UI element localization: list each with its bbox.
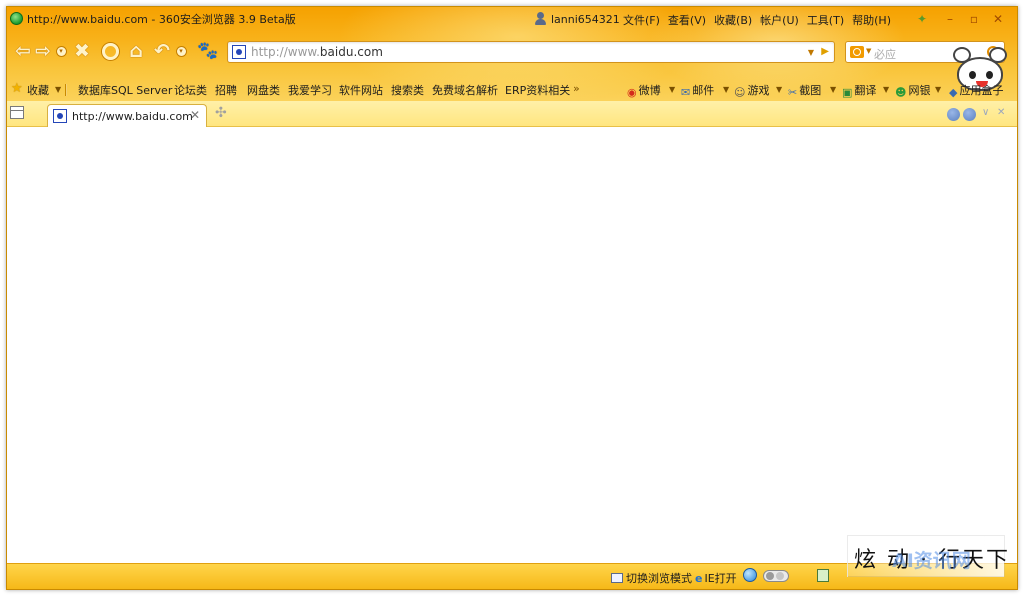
translate-dropdown-icon[interactable]: ▼ bbox=[883, 85, 889, 94]
minimize-button[interactable]: – bbox=[941, 11, 959, 27]
title-bar: http://www.baidu.com - 360安全浏览器 3.9 Beta… bbox=[7, 7, 1017, 31]
games-dropdown-icon[interactable]: ▼ bbox=[776, 85, 782, 94]
menu-tools[interactable]: 工具(T) bbox=[807, 12, 844, 28]
close-all-tabs-icon[interactable]: ✕ bbox=[997, 107, 1005, 118]
undo-close-icon[interactable]: ↶ bbox=[151, 41, 173, 61]
bookmark-item[interactable]: 搜索类 bbox=[391, 82, 424, 98]
new-tab-icon[interactable]: ✣ bbox=[215, 106, 227, 120]
menu-file[interactable]: 文件(F) bbox=[623, 12, 660, 28]
search-engine-icon[interactable] bbox=[850, 46, 864, 58]
search-engine-dropdown-icon[interactable]: ▼ bbox=[866, 47, 871, 55]
page-content[interactable] bbox=[7, 127, 1017, 563]
bookmark-item[interactable]: 软件网站 bbox=[339, 82, 383, 98]
weibo-dropdown-icon[interactable]: ▼ bbox=[669, 85, 675, 94]
go-arrow-icon[interactable]: ▶ bbox=[821, 46, 829, 57]
bookmark-item[interactable]: 免费域名解析 bbox=[432, 82, 498, 98]
address-text[interactable]: http://www.baidu.com bbox=[251, 45, 383, 59]
history-dropdown-icon[interactable]: ▾ bbox=[55, 41, 67, 61]
watermark-overlay-text: AI资讯网 bbox=[892, 550, 971, 572]
favorites-star-icon[interactable]: ★ bbox=[11, 81, 23, 96]
toolbar-screenshot[interactable]: ✂ 截图 bbox=[788, 82, 821, 99]
baidu-favicon-icon bbox=[232, 45, 246, 59]
toolbar-weibo[interactable]: ◉ 微博 bbox=[627, 82, 661, 99]
scissors-icon: ✂ bbox=[788, 86, 798, 99]
favorites-dropdown-icon[interactable]: ▼ bbox=[55, 85, 61, 94]
browse-mode-icon bbox=[611, 573, 623, 583]
home-icon[interactable]: ⌂ bbox=[125, 41, 147, 61]
gamepad-icon: ☺ bbox=[734, 86, 746, 99]
bookmark-item[interactable]: 网盘类 bbox=[247, 82, 280, 98]
bookmark-item[interactable]: 招聘 bbox=[215, 82, 237, 98]
window-title: http://www.baidu.com - 360安全浏览器 3.9 Beta… bbox=[27, 13, 296, 26]
toolbar-netbank[interactable]: ☻ 网银 bbox=[895, 82, 930, 99]
tab-scroll-right-icon[interactable] bbox=[963, 108, 976, 121]
toolbar-translate[interactable]: ▣ 翻译 bbox=[842, 82, 876, 99]
account-username[interactable]: lanni654321 bbox=[551, 13, 620, 26]
screenshot-dropdown-icon[interactable]: ▼ bbox=[830, 85, 836, 94]
bookmark-item[interactable]: 论坛类 bbox=[174, 82, 207, 98]
search-input[interactable]: 必应 bbox=[874, 46, 896, 62]
bookmark-item[interactable]: ERP资料相关 bbox=[505, 82, 570, 98]
bookmarks-overflow-icon[interactable]: » bbox=[573, 82, 580, 95]
toolbar-mail[interactable]: ✉ 邮件 bbox=[681, 82, 714, 99]
forward-arrow-icon[interactable]: ⇨ bbox=[33, 41, 53, 61]
maximize-button[interactable]: ▫ bbox=[965, 11, 983, 27]
favorites-button[interactable]: 收藏 bbox=[27, 82, 49, 98]
bookmarks-bar: ★ 收藏 ▼ 数据库SQL Server 论坛类 招聘 网盘类 我爱学习 软件网… bbox=[7, 79, 1017, 101]
baidu-favicon-icon bbox=[53, 109, 67, 123]
bookmarks-separator bbox=[65, 84, 67, 96]
stop-icon[interactable]: ✖ bbox=[71, 41, 93, 61]
tab-list-dropdown-icon[interactable]: ∨ bbox=[982, 107, 989, 118]
sidebar-toggle-icon[interactable] bbox=[10, 106, 24, 119]
tab-scroll-left-icon[interactable] bbox=[947, 108, 960, 121]
bookmark-item[interactable]: 数据库SQL Server bbox=[78, 82, 172, 98]
mail-dropdown-icon[interactable]: ▼ bbox=[723, 85, 729, 94]
tab-baidu[interactable]: http://www.baidu.com ✕ bbox=[47, 104, 207, 127]
tab-bar: http://www.baidu.com ✕ ✣ ∨ ✕ bbox=[7, 101, 1017, 127]
menu-account[interactable]: 帐户(U) bbox=[760, 12, 799, 28]
menu-bar: 文件(F) 查看(V) 收藏(B) 帐户(U) 工具(T) 帮助(H) bbox=[623, 12, 899, 28]
menu-favorites[interactable]: 收藏(B) bbox=[714, 12, 752, 28]
pin-icon[interactable]: ✦ bbox=[913, 11, 931, 27]
app-box-icon: ◆ bbox=[949, 86, 958, 99]
browser-window: http://www.baidu.com - 360安全浏览器 3.9 Beta… bbox=[6, 6, 1018, 590]
download-icon[interactable] bbox=[817, 569, 829, 582]
netbank-icon: ☻ bbox=[895, 86, 907, 99]
tab-close-icon[interactable]: ✕ bbox=[190, 108, 200, 122]
menu-view[interactable]: 查看(V) bbox=[668, 12, 706, 28]
user-icon[interactable] bbox=[535, 12, 546, 25]
open-in-ie-button[interactable]: e IE打开 bbox=[695, 570, 737, 586]
globe-icon[interactable] bbox=[743, 568, 757, 582]
tab-title: http://www.baidu.com bbox=[72, 110, 193, 123]
address-dropdown-icon[interactable]: ▼ bbox=[808, 48, 814, 57]
watermark: 炫 动 · 行天下 AI资讯网 bbox=[847, 535, 1008, 577]
toolbar-games[interactable]: ☺ 游戏 bbox=[734, 82, 769, 99]
address-bar[interactable]: http://www.baidu.com ▼ ▶ bbox=[227, 41, 835, 63]
toggle-icon[interactable] bbox=[763, 570, 789, 582]
navigation-bar: ⇦ ⇨ ▾ ✖ ⌂ ↶ ▾ 🐾 http://www.baidu.com ▼ ▶… bbox=[7, 35, 1017, 67]
refresh-icon[interactable] bbox=[99, 41, 121, 61]
browser-logo-icon bbox=[10, 12, 23, 25]
undo-dropdown-icon[interactable]: ▾ bbox=[175, 41, 187, 61]
bookmark-item[interactable]: 我爱学习 bbox=[288, 82, 332, 98]
back-arrow-icon[interactable]: ⇦ bbox=[13, 41, 33, 61]
menu-help[interactable]: 帮助(H) bbox=[852, 12, 891, 28]
close-button[interactable]: ✕ bbox=[989, 11, 1007, 27]
paw-icon[interactable]: 🐾 bbox=[197, 41, 219, 61]
weibo-icon: ◉ bbox=[627, 86, 637, 99]
toolbar-app-box[interactable]: ◆ 应用盒子 bbox=[949, 82, 1003, 99]
netbank-dropdown-icon[interactable]: ▼ bbox=[935, 85, 941, 94]
ie-icon: e bbox=[695, 572, 703, 585]
browser-chrome: http://www.baidu.com - 360安全浏览器 3.9 Beta… bbox=[7, 7, 1017, 101]
translate-icon: ▣ bbox=[842, 86, 853, 99]
switch-browse-mode-button[interactable]: 切换浏览模式 bbox=[611, 570, 692, 586]
mail-icon: ✉ bbox=[681, 86, 691, 99]
